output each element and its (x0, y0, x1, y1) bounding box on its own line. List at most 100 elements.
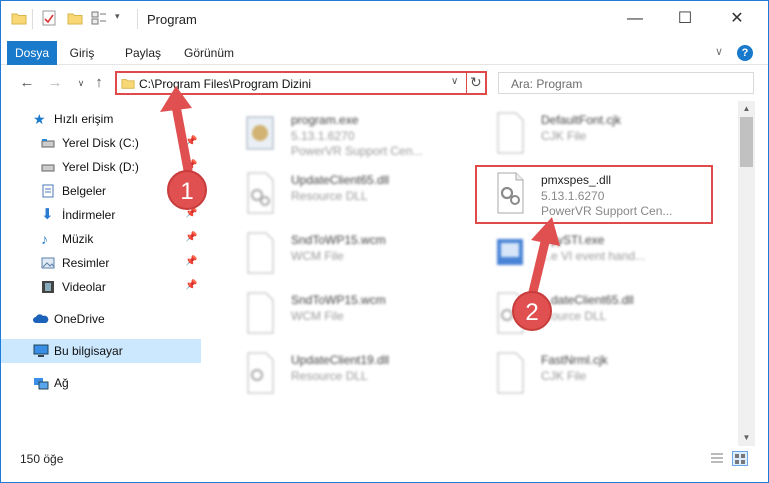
address-row: ← → ∨ ↑ C:\Program Files\Program Dizini … (1, 67, 768, 99)
sidebar-item-this-pc[interactable]: Bu bilgisayar (1, 339, 201, 363)
forward-button[interactable]: → (45, 73, 65, 93)
scroll-down-icon[interactable]: ▼ (738, 430, 755, 446)
details-view-icon[interactable] (710, 452, 724, 468)
tab-file[interactable]: Dosya (7, 41, 57, 65)
sidebar-item-label: İndirmeler (62, 208, 116, 222)
file-name: DefaultFont.cjk (541, 113, 622, 127)
file-item[interactable]: DefaultFont.cjk CJK File (473, 105, 718, 161)
document-file-icon (497, 352, 524, 394)
pin-icon: 📌 (185, 256, 198, 267)
tab-view[interactable]: Görünüm (181, 41, 237, 65)
help-icon[interactable]: ? (737, 45, 753, 61)
title-bar: ▾ Program — ☐ ✕ (1, 1, 768, 37)
sidebar-item-disk-d[interactable]: Yerel Disk (D:) 📌 (1, 155, 201, 179)
search-input[interactable]: Ara: Program (498, 72, 754, 94)
sidebar-item-disk-c[interactable]: Yerel Disk (C:) 📌 (1, 131, 201, 155)
scroll-thumb[interactable] (740, 117, 753, 167)
drive-icon (41, 160, 55, 174)
network-icon (33, 376, 49, 390)
tab-share[interactable]: Paylaş (121, 41, 165, 65)
download-icon: ⬇ (41, 206, 54, 223)
file-type: CJK File (541, 369, 587, 383)
sidebar-item-videos[interactable]: Videolar 📌 (1, 275, 201, 299)
refresh-icon[interactable]: ↻ (470, 74, 482, 91)
file-item[interactable]: FastNrml.cjk CJK File (473, 345, 718, 401)
file-type: WCM File (291, 249, 344, 263)
explorer-window: ▾ Program — ☐ ✕ Dosya Giriş Paylaş Görün… (0, 0, 769, 483)
dll-file-icon (247, 352, 274, 394)
document-file-icon (247, 292, 274, 334)
file-name: SndToWP15.wcm (291, 233, 386, 247)
sidebar-item-network[interactable]: Ağ (1, 371, 201, 395)
sidebar-item-label: Yerel Disk (D:) (62, 160, 139, 174)
step-badge-1: 1 (167, 170, 207, 210)
minimize-button[interactable]: — (612, 1, 658, 37)
sidebar-item-downloads[interactable]: ⬇ İndirmeler 📌 (1, 203, 201, 227)
tab-home[interactable]: Giriş (61, 41, 103, 65)
sidebar-item-pictures[interactable]: Resimler 📌 (1, 251, 201, 275)
videos-icon (41, 280, 55, 294)
sidebar-item-label: Ağ (54, 376, 69, 390)
folder-icon (11, 10, 27, 28)
documents-icon (41, 184, 55, 198)
file-description: PowerVR Support Cen... (291, 144, 423, 158)
ribbon-tabs: Dosya Giriş Paylaş Görünüm ∨ ? (1, 41, 768, 65)
sidebar-item-label: Hızlı erişim (54, 112, 114, 126)
exe-file-icon (497, 239, 523, 265)
file-item[interactable]: UpdateClient65.dll Resource DLL (223, 165, 468, 221)
file-name: FastNrml.cjk (541, 353, 608, 367)
sidebar-item-label: Yerel Disk (C:) (62, 136, 139, 150)
new-folder-icon[interactable] (67, 10, 83, 28)
address-path: C:\Program Files\Program Dizini (139, 77, 312, 91)
recent-locations-button[interactable]: ∨ (71, 73, 91, 93)
step-badge-2: 2 (512, 291, 552, 331)
pin-icon: 📌 (185, 136, 198, 147)
expand-ribbon-icon[interactable]: ∨ (715, 45, 723, 58)
pin-icon: 📌 (185, 280, 198, 291)
sidebar-item-label: Müzik (62, 232, 94, 246)
file-name: UpdateClient19.dll (291, 353, 390, 367)
sidebar-item-quick-access[interactable]: ★ Hızlı erişim (1, 107, 201, 131)
item-count: 150 öğe (20, 452, 64, 466)
search-placeholder: Ara: Program (511, 77, 583, 91)
customize-toolbar-icon[interactable]: ▾ (115, 11, 120, 29)
file-item[interactable]: program.exe 5.13.1.6270 PowerVR Support … (223, 105, 468, 161)
file-name: program.exe (291, 113, 359, 127)
file-item[interactable]: ...yySTI.exe ...e VI event hand... (473, 225, 718, 281)
file-version: 5.13.1.6270 (291, 129, 355, 143)
scroll-up-icon[interactable]: ▲ (738, 101, 755, 117)
file-item[interactable]: UpdateClient19.dll Resource DLL (223, 345, 468, 401)
vertical-scrollbar[interactable]: ▲ ▼ (738, 101, 755, 446)
document-file-icon (247, 232, 274, 274)
folder-icon (121, 76, 135, 93)
file-item[interactable]: ...dateClient65.dll ...ource DLL (473, 285, 718, 341)
file-name: UpdateClient65.dll (291, 173, 390, 187)
document-file-icon (497, 112, 524, 154)
up-button[interactable]: ↑ (89, 73, 109, 93)
maximize-button[interactable]: ☐ (662, 1, 708, 37)
drive-icon (41, 136, 55, 150)
sidebar-item-label: OneDrive (54, 312, 105, 326)
file-item[interactable]: SndToWP15.wcm WCM File (223, 285, 468, 341)
music-icon: ♪ (41, 231, 48, 247)
close-button[interactable]: ✕ (714, 1, 760, 37)
address-dropdown-icon[interactable]: ∨ (451, 76, 458, 87)
file-type: CJK File (541, 129, 587, 143)
view-icon[interactable] (91, 10, 109, 28)
file-name: ...yySTI.exe (541, 233, 605, 247)
back-button[interactable]: ← (17, 73, 37, 93)
sidebar-item-music[interactable]: ♪ Müzik 📌 (1, 227, 201, 251)
file-type: Resource DLL (291, 369, 368, 383)
target-file-highlight (475, 165, 713, 224)
sidebar-item-label: Bu bilgisayar (54, 344, 123, 358)
file-type: Resource DLL (291, 189, 368, 203)
status-bar: 150 öğe (1, 448, 768, 470)
properties-icon[interactable] (41, 10, 57, 28)
large-icons-view-icon[interactable] (732, 451, 748, 466)
file-description: ...e VI event hand... (541, 249, 646, 263)
pictures-icon (41, 256, 55, 270)
address-bar[interactable]: C:\Program Files\Program Dizini ∨ ↻ (115, 71, 487, 95)
sidebar-item-onedrive[interactable]: OneDrive (1, 307, 201, 331)
cloud-icon (33, 312, 49, 326)
file-item[interactable]: SndToWP15.wcm WCM File (223, 225, 468, 281)
